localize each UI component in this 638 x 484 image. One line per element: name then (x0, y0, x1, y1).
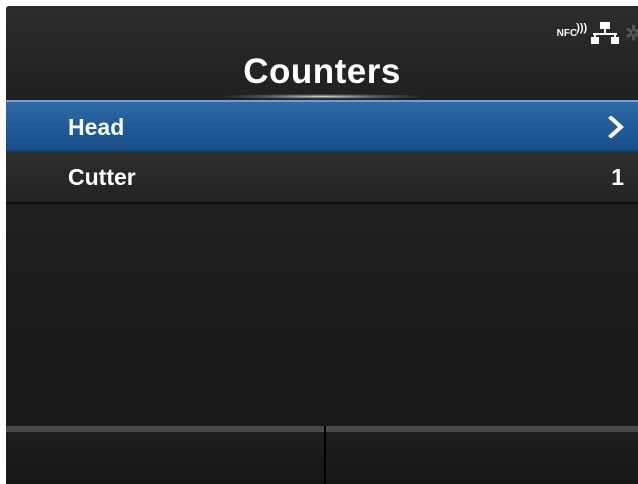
right-softkey[interactable] (326, 432, 638, 484)
menu-item-cutter[interactable]: Cutter 1 (6, 152, 638, 204)
softkey-bar (6, 426, 638, 484)
menu-item-label: Head (68, 114, 125, 140)
printer-screen: Counters NFC))) ✲ Head Cutter 1 (6, 6, 638, 484)
menu-item-head[interactable]: Head (6, 100, 638, 152)
menu-item-label: Cutter (68, 164, 136, 190)
bluetooth-icon: ✲ (625, 22, 638, 45)
left-softkey[interactable] (6, 432, 324, 484)
nfc-icon: NFC))) (556, 21, 588, 39)
nfc-label: NFC (556, 27, 578, 39)
menu-item-value: 1 (611, 164, 624, 190)
page-title: Counters (243, 52, 401, 91)
network-icon (591, 22, 620, 44)
chevron-right-icon (608, 116, 624, 138)
header: Counters NFC))) ✲ (6, 6, 638, 100)
title-underline-glow (222, 94, 422, 99)
status-bar: NFC))) ✲ (557, 18, 638, 48)
counters-menu: Head Cutter 1 (6, 100, 638, 204)
